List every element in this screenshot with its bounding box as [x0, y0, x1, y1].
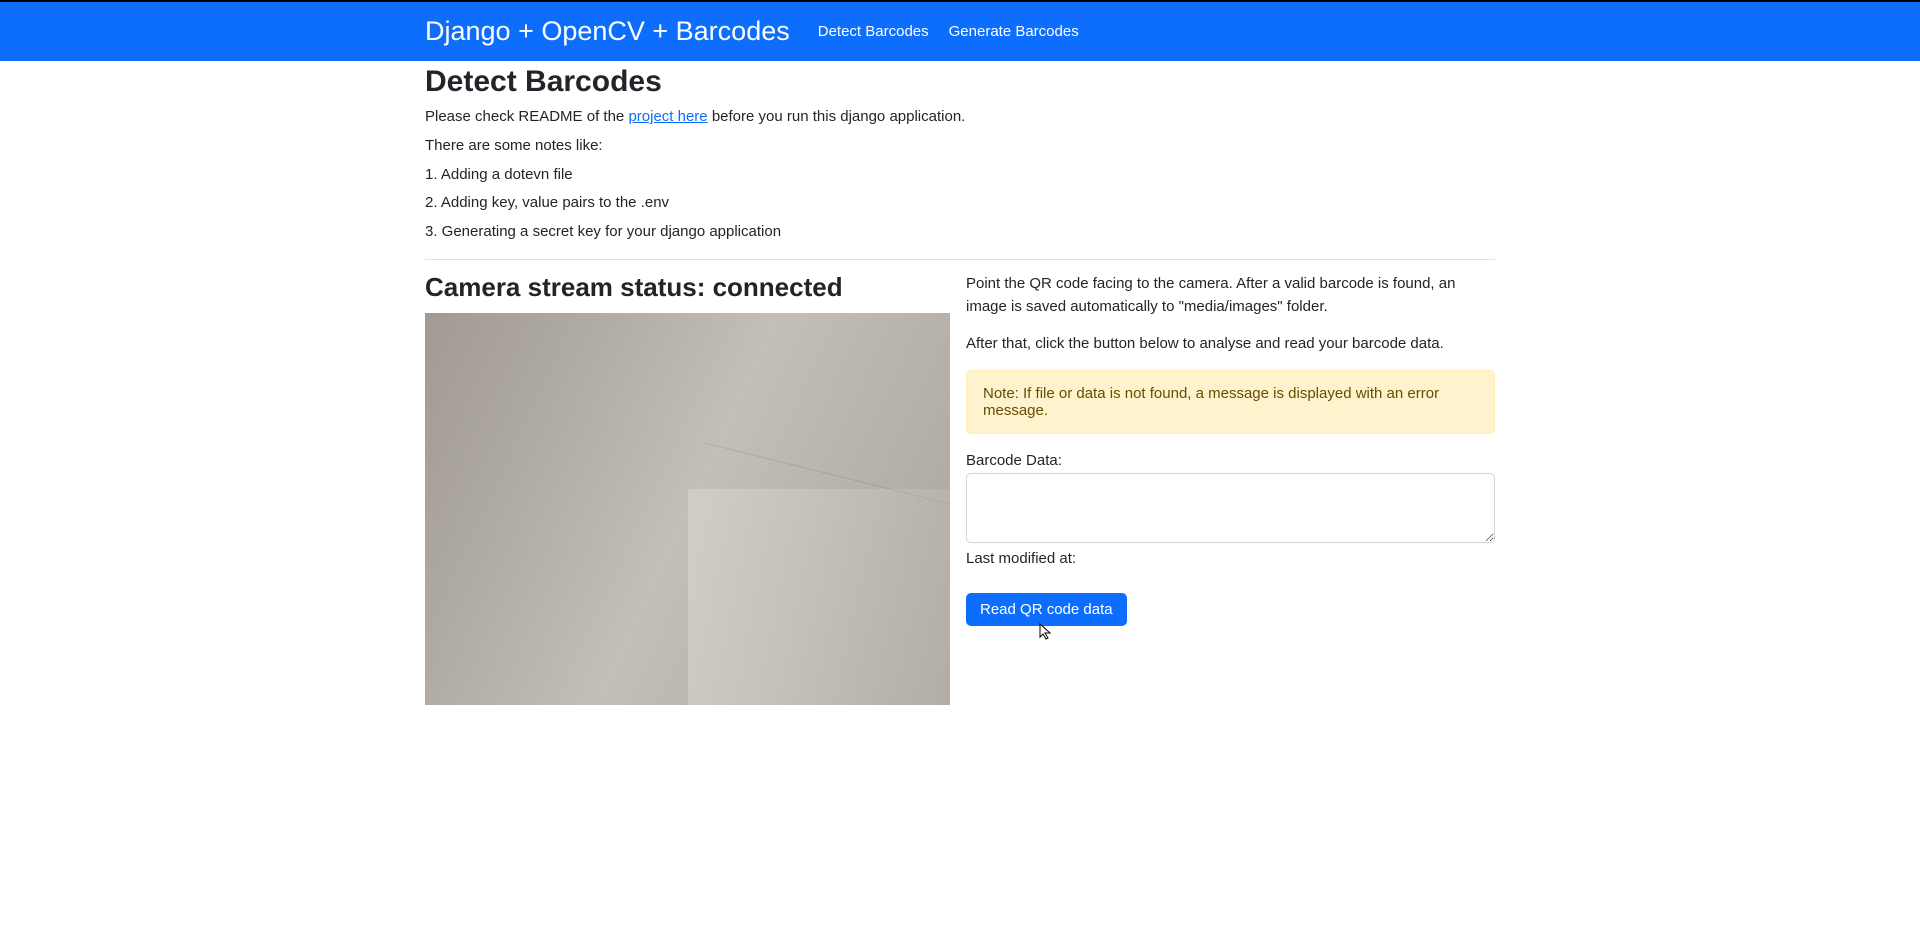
stream-status-label: Camera stream status:: [425, 272, 713, 302]
stream-status-value: connected: [713, 272, 843, 302]
note-1: 1. Adding a dotevn file: [425, 163, 1495, 188]
camera-column: Camera stream status: connected: [425, 272, 950, 705]
note-2: 2. Adding key, value pairs to the .env: [425, 191, 1495, 216]
instruction-2: After that, click the button below to an…: [966, 332, 1495, 355]
nav-link-generate-barcodes[interactable]: Generate Barcodes: [949, 23, 1079, 40]
intro-paragraph: Please check README of the project here …: [425, 105, 1495, 130]
last-modified-label: Last modified at:: [966, 550, 1495, 567]
page-title: Detect Barcodes: [425, 65, 1495, 99]
stream-status-heading: Camera stream status: connected: [425, 272, 950, 303]
controls-column: Point the QR code facing to the camera. …: [966, 272, 1495, 705]
camera-feed: [425, 313, 950, 705]
nav-link-detect-barcodes[interactable]: Detect Barcodes: [818, 23, 929, 40]
divider: [425, 259, 1495, 260]
barcode-data-label: Barcode Data:: [966, 452, 1495, 469]
alert-note: Note: If file or data is not found, a me…: [966, 370, 1495, 434]
note-3: 3. Generating a secret key for your djan…: [425, 220, 1495, 245]
instruction-1: Point the QR code facing to the camera. …: [966, 272, 1495, 319]
intro-suffix: before you run this django application.: [708, 108, 966, 125]
project-link[interactable]: project here: [628, 108, 707, 125]
read-qr-button[interactable]: Read QR code data: [966, 593, 1127, 626]
notes-heading: There are some notes like:: [425, 134, 1495, 159]
barcode-data-textarea[interactable]: [966, 473, 1495, 543]
navbar-brand[interactable]: Django + OpenCV + Barcodes: [425, 16, 790, 47]
intro-prefix: Please check README of the: [425, 108, 628, 125]
navbar: Django + OpenCV + Barcodes Detect Barcod…: [0, 2, 1920, 61]
